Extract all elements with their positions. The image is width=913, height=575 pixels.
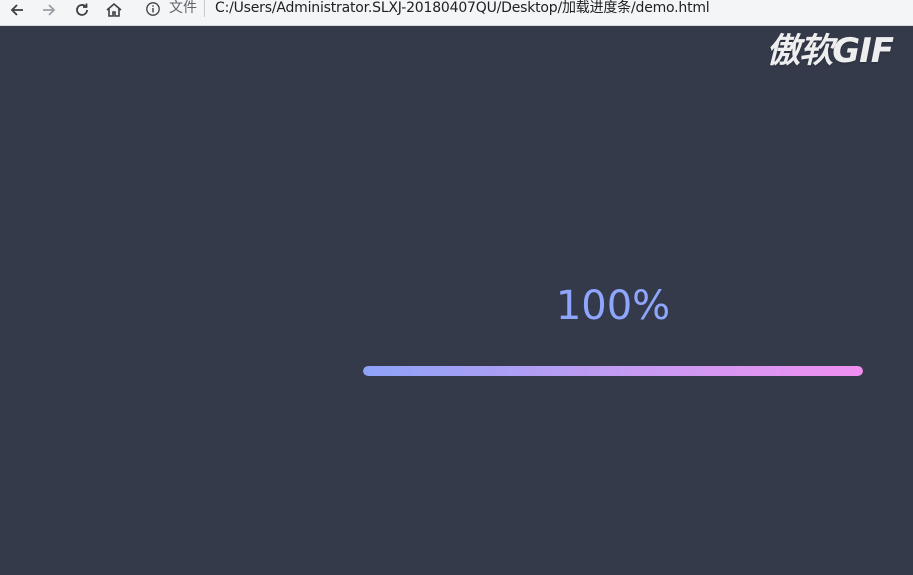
address-separator [204, 0, 205, 17]
forward-arrow-icon [43, 4, 56, 16]
back-arrow-icon [10, 4, 23, 16]
forward-button[interactable] [38, 0, 60, 20]
home-button[interactable] [103, 0, 125, 20]
reload-icon [76, 3, 88, 16]
address-bar-url[interactable]: C:/Users/Administrator.SLXJ-20180407QU/D… [215, 0, 710, 17]
page-content: 傲软GIF 100% [0, 26, 913, 575]
progress-bar-fill [363, 366, 863, 376]
progress-bar [363, 366, 863, 376]
browser-toolbar: 文件 C:/Users/Administrator.SLXJ-20180407Q… [0, 0, 913, 26]
back-button[interactable] [6, 0, 28, 20]
home-icon [106, 2, 122, 17]
reload-button[interactable] [71, 0, 93, 20]
file-scheme-label: 文件 [169, 0, 197, 16]
watermark-logo: 傲软GIF [766, 31, 894, 71]
info-icon[interactable] [145, 1, 161, 17]
progress-percent-label: 100% [555, 283, 671, 329]
